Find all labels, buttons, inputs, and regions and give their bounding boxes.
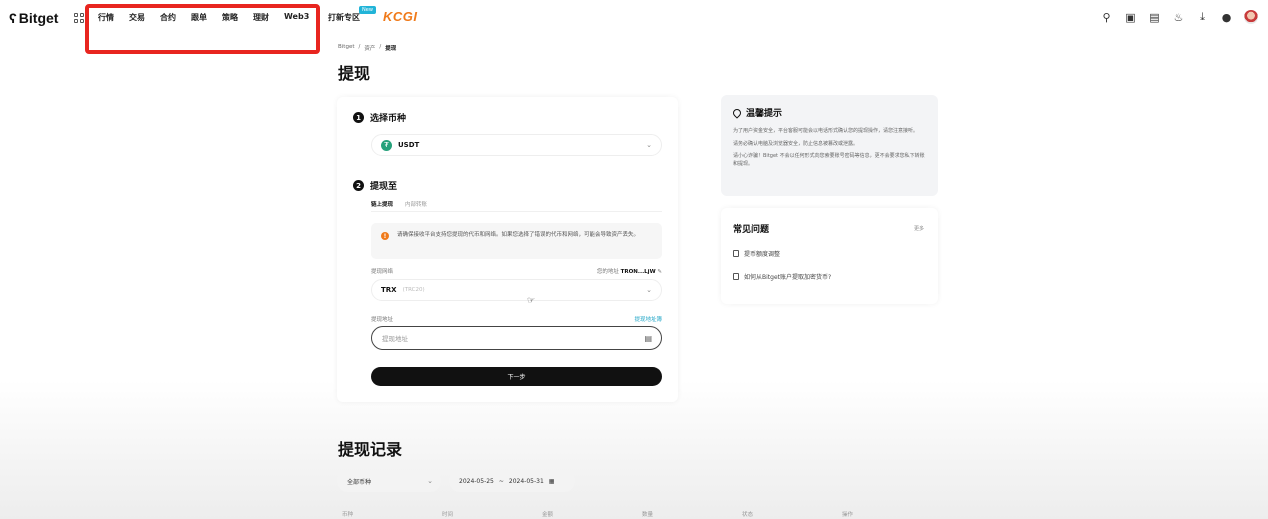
- tips-line: 为了用户资金安全，平台客服可能会以电话形式确认您的提现操作，请您注意接听。: [733, 128, 919, 134]
- warning-icon: !: [381, 232, 389, 240]
- breadcrumb-assets[interactable]: 资产: [364, 44, 375, 52]
- column-header: 金额: [542, 512, 554, 518]
- address-hint-label: 您的地址: [596, 269, 619, 275]
- breadcrumb: Bitget / 资产 / 提现: [338, 44, 396, 52]
- withdraw-card: 1 选择币种 ₮ USDT ⌄ 2 提现至 链上提现 内部转账 ! 请确保接收平…: [337, 97, 678, 402]
- breadcrumb-home[interactable]: Bitget: [338, 44, 355, 52]
- column-header: 币种: [342, 512, 354, 518]
- faq-item[interactable]: 提币额度调整: [733, 249, 926, 258]
- history-title: 提现记录: [338, 440, 403, 459]
- chevron-down-icon: ⌄: [646, 141, 652, 149]
- search-icon[interactable]: ⚲: [1100, 11, 1113, 24]
- address-hint-value: TRON...LjW: [620, 269, 656, 275]
- bitget-logo-icon: ʕ: [9, 10, 17, 26]
- breadcrumb-sep: /: [358, 44, 361, 50]
- nav-highlight-box: [85, 4, 320, 54]
- document-icon: [733, 273, 739, 280]
- column-header: 操作: [842, 512, 854, 518]
- date-range-picker[interactable]: 2024-05-25 ~ 2024-05-31 ▦: [449, 470, 575, 492]
- history-table-header: 币种 时间 金额 数量 状态 操作: [342, 510, 942, 518]
- column-header: 状态: [742, 512, 754, 518]
- tips-card: 温馨提示 为了用户资金安全，平台客服可能会以电话形式确认您的提现操作，请您注意接…: [721, 95, 938, 196]
- nav-item-launchpad[interactable]: 打新专区: [328, 12, 360, 23]
- page-title: 提现: [338, 64, 371, 83]
- faq-item-text: 提币额度调整: [744, 251, 781, 258]
- faq-item-text: 如何从Bitget账户提取加密货币?: [744, 274, 832, 281]
- address-book-icon[interactable]: ▤: [644, 334, 652, 343]
- address-hint: 您的地址 TRON...LjW ✎: [597, 267, 662, 275]
- tips-title: 温馨提示: [746, 109, 783, 119]
- warning-notice: ! 请确保接收平台支持您提现的代币和网络。如果您选择了错误的代币和网络，可能会导…: [371, 223, 662, 259]
- chevron-down-icon: ⌄: [646, 286, 652, 294]
- tips-line: 请务必确认电脑及浏览器安全，防止信息被篡改或泄露。: [733, 140, 859, 147]
- date-separator: ~: [498, 477, 504, 485]
- tips-header: 温馨提示: [731, 106, 926, 119]
- address-book-link[interactable]: 提现地址簿: [634, 315, 662, 323]
- breadcrumb-current: 提现: [385, 46, 397, 52]
- faq-title: 常见问题: [733, 225, 770, 235]
- network-select-sub: (TRC20): [402, 287, 425, 293]
- header-actions: ⚲ ▣ ▤ ♨ ⤓ ●: [1100, 10, 1258, 24]
- step-number: 2: [353, 180, 364, 191]
- address-label: 提现地址: [371, 317, 394, 323]
- new-badge: New: [359, 6, 376, 14]
- step-number: 1: [353, 112, 364, 123]
- faq-more-link[interactable]: 更多: [914, 225, 924, 232]
- coin-select-value: USDT: [398, 141, 420, 149]
- chevron-down-icon: ⌄: [427, 477, 433, 485]
- warning-text: 请确保接收平台支持您提现的代币和网络。如果您选择了错误的代币和网络，可能会导致资…: [397, 232, 640, 238]
- column-header: 时间: [442, 512, 454, 518]
- mouse-cursor-icon: ☞: [527, 296, 536, 306]
- coin-filter-select[interactable]: 全部币种 ⌄: [337, 470, 441, 492]
- coin-filter-value: 全部币种: [347, 478, 372, 486]
- address-placeholder: 提现地址: [382, 335, 408, 343]
- tab-divider: [371, 211, 662, 212]
- step-select-coin: 1 选择币种: [353, 111, 406, 124]
- location-pin-icon: [731, 106, 743, 119]
- step-withdraw-to: 2 提现至: [353, 179, 397, 192]
- tips-line: 请小心诈骗！Bitget 不会以任何形式向您索要账号密码等信息，更不会要求您私下…: [733, 153, 925, 167]
- step-label: 提现至: [370, 182, 398, 192]
- breadcrumb-sep: /: [379, 44, 382, 50]
- edit-icon[interactable]: ✎: [657, 269, 662, 275]
- usdt-icon: ₮: [381, 139, 392, 151]
- step-label: 选择币种: [370, 114, 407, 124]
- bitget-logo[interactable]: ʕ Bitget: [9, 10, 58, 26]
- address-input[interactable]: 提现地址 ▤: [371, 326, 662, 350]
- faq-card: 常见问题 更多 提币额度调整 如何从Bitget账户提取加密货币?: [721, 208, 938, 304]
- wallet-icon[interactable]: ▣: [1124, 11, 1137, 24]
- kcgi-logo[interactable]: KCGI: [383, 9, 418, 24]
- next-button[interactable]: 下一步: [371, 367, 662, 386]
- faq-item[interactable]: 如何从Bitget账户提取加密货币?: [733, 272, 926, 281]
- apps-grid-icon[interactable]: [74, 13, 84, 23]
- download-icon[interactable]: ⤓: [1196, 10, 1209, 24]
- orders-icon[interactable]: ▤: [1148, 11, 1161, 24]
- logo-text: Bitget: [18, 10, 59, 26]
- coin-select[interactable]: ₮ USDT ⌄: [371, 134, 662, 156]
- network-select[interactable]: TRX (TRC20) ⌄: [371, 279, 662, 301]
- network-label: 提现网络: [371, 269, 394, 275]
- date-from: 2024-05-25: [459, 477, 494, 485]
- network-select-value: TRX: [381, 286, 397, 294]
- date-to: 2024-05-31: [508, 477, 544, 485]
- globe-icon[interactable]: ●: [1220, 11, 1233, 24]
- column-header: 数量: [642, 512, 654, 518]
- document-icon: [733, 250, 739, 257]
- bell-icon[interactable]: ♨: [1172, 11, 1185, 24]
- calendar-icon: ▦: [548, 477, 555, 485]
- avatar[interactable]: [1244, 10, 1258, 24]
